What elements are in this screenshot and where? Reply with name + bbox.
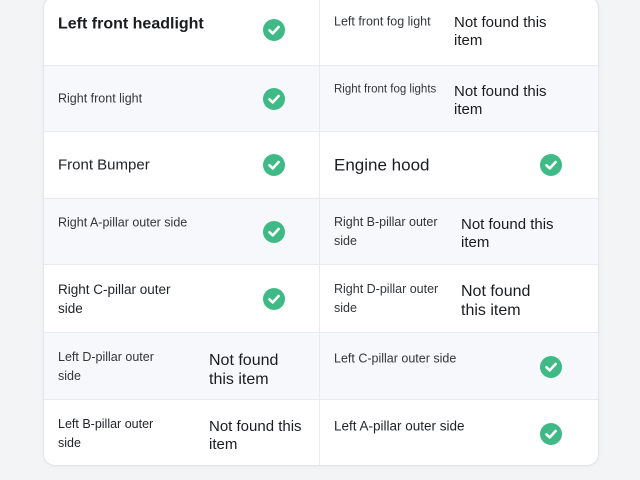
item-cell-left-b-pillar: Left B-pillar outer side Not found this … — [44, 400, 320, 465]
item-cell-left-front-fog-light: Left front fog light Not found this item — [320, 0, 598, 66]
check-icon — [540, 423, 562, 445]
item-cell-left-c-pillar: Left C-pillar outer side — [320, 333, 598, 400]
item-label: Right C-pillar outer side — [58, 282, 171, 316]
item-cell-left-a-pillar: Left A-pillar outer side — [320, 400, 598, 465]
item-cell-right-a-pillar: Right A-pillar outer side — [44, 199, 320, 265]
item-label: Right B-pillar outer side — [334, 215, 438, 248]
item-cell-left-d-pillar: Left D-pillar outer side Not found this … — [44, 333, 320, 400]
item-cell-right-front-fog-lights: Right front fog lights Not found this it… — [320, 66, 598, 132]
item-cell-engine-hood: Engine hood — [320, 132, 598, 199]
item-label: Right front light — [58, 91, 143, 106]
check-icon — [540, 154, 562, 176]
item-label: Right A-pillar outer side — [58, 215, 188, 230]
check-icon — [263, 88, 285, 110]
not-found-text: Not found this item — [454, 83, 547, 118]
check-icon — [540, 356, 562, 378]
check-icon — [263, 154, 285, 176]
not-found-text: Not found this item — [461, 283, 531, 319]
not-found-text: Not found this item — [209, 418, 302, 453]
not-found-text: Not found this item — [454, 14, 547, 49]
check-icon — [263, 19, 285, 41]
item-label: Left C-pillar outer side — [334, 351, 457, 366]
not-found-text: Not found this item — [209, 352, 279, 388]
item-cell-right-front-light: Right front light — [44, 66, 320, 132]
item-label: Left front fog light — [334, 14, 431, 29]
item-cell-left-front-headlight: Left front headlight — [44, 0, 320, 66]
item-cell-front-bumper: Front Bumper — [44, 132, 320, 199]
item-label: Left B-pillar outer side — [58, 417, 154, 450]
item-cell-right-b-pillar: Right B-pillar outer side Not found this… — [320, 199, 598, 265]
item-label: Front Bumper — [58, 156, 150, 174]
item-label: Engine hood — [334, 155, 430, 175]
check-icon — [263, 288, 285, 310]
item-label: Left front headlight — [58, 15, 204, 33]
item-label: Left A-pillar outer side — [334, 418, 465, 434]
item-cell-right-d-pillar: Right D-pillar outer side Not found this… — [320, 265, 598, 333]
inspection-results-card: Left front headlight Left front fog ligh… — [43, 0, 599, 466]
item-cell-right-c-pillar: Right C-pillar outer side — [44, 265, 320, 333]
not-found-text: Not found this item — [461, 216, 554, 251]
inspection-grid: Left front headlight Left front fog ligh… — [44, 0, 598, 465]
item-label: Right front fog lights — [334, 83, 437, 96]
check-icon — [263, 221, 285, 243]
item-label: Right D-pillar outer side — [334, 282, 439, 315]
item-label: Left D-pillar outer side — [58, 350, 154, 383]
